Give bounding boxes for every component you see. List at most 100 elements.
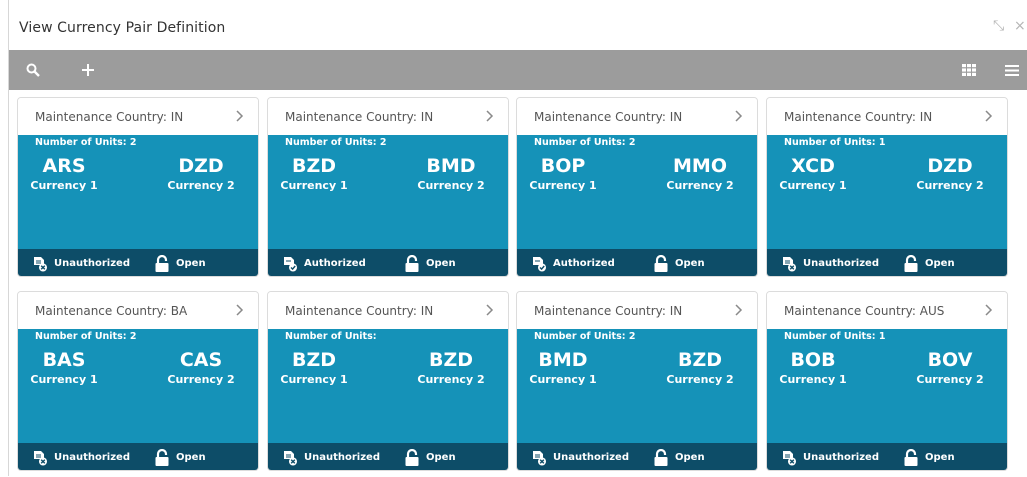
grid-view-icon[interactable] [959,60,979,80]
number-of-units-value: 1 [878,331,886,342]
unlock-icon [904,255,918,272]
title-bar: View Currency Pair Definition ⤡ × [9,0,1027,50]
number-of-units: Number of Units: 2 [285,137,387,148]
number-of-units: Number of Units: 1 [784,331,886,342]
record-status[interactable]: Open [154,443,206,470]
currency-pair-card-3[interactable]: Maintenance Country: IN Number of Units:… [516,97,758,277]
unlock-icon [904,449,918,466]
number-of-units-value: 2 [129,137,137,148]
card-body: Number of Units: 2 BMD Currency 1 BZD Cu… [517,329,757,443]
unlock-icon [654,255,668,272]
unauthorized-icon [284,450,297,465]
currency-1-caption: Currency 1 [529,179,597,192]
auth-status-label: Authorized [553,258,615,269]
chevron-right-icon[interactable] [983,303,993,317]
record-status[interactable]: Open [653,249,705,276]
minimize-icon[interactable]: ⤡ [993,18,1004,34]
auth-status[interactable]: Authorized [282,249,366,276]
unlock-icon [654,449,668,466]
currency-1-code: BZD [291,155,337,177]
maintenance-country-label: Maintenance Country: BA [35,304,188,318]
currency-1-caption: Currency 1 [30,179,98,192]
card-header[interactable]: Maintenance Country: IN [268,98,508,135]
card-header[interactable]: Maintenance Country: AUS [767,292,1007,329]
currency-2-caption: Currency 2 [666,373,734,386]
record-status[interactable]: Open [653,443,705,470]
card-footer: Unauthorized Open [767,249,1007,276]
plus-icon[interactable] [78,60,98,80]
currency-pair-grid: Maintenance Country: IN Number of Units:… [17,97,1020,477]
currency-1-caption: Currency 1 [280,179,348,192]
maintenance-country-value: IN [170,110,184,124]
auth-status-label: Authorized [304,258,366,269]
number-of-units-value: 1 [878,137,886,148]
card-body: Number of Units: BZD Currency 1 BZD Curr… [268,329,508,443]
card-header[interactable]: Maintenance Country: IN [18,98,258,135]
unauthorized-icon [783,256,796,271]
card-footer: Authorized Open [517,249,757,276]
record-status[interactable]: Open [903,443,955,470]
currency-pair-card-1[interactable]: Maintenance Country: IN Number of Units:… [17,97,259,277]
record-status[interactable]: Open [903,249,955,276]
chevron-right-icon[interactable] [484,303,494,317]
auth-status[interactable]: Unauthorized [32,443,130,470]
list-view-icon[interactable] [1002,60,1022,80]
chevron-right-icon[interactable] [234,109,244,123]
close-icon[interactable]: × [1014,18,1026,34]
record-status-label: Open [675,452,705,463]
currency-2-caption: Currency 2 [417,179,485,192]
currency-2-caption: Currency 2 [916,179,984,192]
auth-status-label: Unauthorized [803,258,879,269]
card-header[interactable]: Maintenance Country: BA [18,292,258,329]
auth-status[interactable]: Unauthorized [32,249,130,276]
auth-status[interactable]: Unauthorized [781,249,879,276]
currency-2-caption: Currency 2 [167,179,235,192]
currency-2-caption: Currency 2 [167,373,235,386]
currency-pair-card-6[interactable]: Maintenance Country: IN Number of Units:… [267,291,509,471]
record-status-label: Open [176,258,206,269]
currency-pair-card-2[interactable]: Maintenance Country: IN Number of Units:… [267,97,509,277]
number-of-units-value: 2 [628,137,636,148]
currency-pair-card-8[interactable]: Maintenance Country: AUS Number of Units… [766,291,1008,471]
card-footer: Unauthorized Open [18,443,258,470]
chevron-right-icon[interactable] [484,109,494,123]
search-icon[interactable] [23,60,43,80]
chevron-right-icon[interactable] [234,303,244,317]
record-status-label: Open [176,452,206,463]
card-footer: Unauthorized Open [268,443,508,470]
card-body: Number of Units: 2 BZD Currency 1 BMD Cu… [268,135,508,249]
record-status[interactable]: Open [404,443,456,470]
number-of-units: Number of Units: 2 [534,137,636,148]
record-status[interactable]: Open [404,249,456,276]
card-footer: Unauthorized Open [18,249,258,276]
card-body: Number of Units: 2 ARS Currency 1 DZD Cu… [18,135,258,249]
maintenance-country-value: IN [420,110,434,124]
auth-status[interactable]: Unauthorized [531,443,629,470]
currency-pair-card-7[interactable]: Maintenance Country: IN Number of Units:… [516,291,758,471]
card-header[interactable]: Maintenance Country: IN [517,98,757,135]
number-of-units: Number of Units: [285,331,377,342]
currency-2-code: BMD [426,155,476,177]
currency-1-caption: Currency 1 [280,373,348,386]
record-status[interactable]: Open [154,249,206,276]
card-header[interactable]: Maintenance Country: IN [767,98,1007,135]
currency-pair-card-4[interactable]: Maintenance Country: IN Number of Units:… [766,97,1008,277]
number-of-units-value: 2 [379,137,387,148]
auth-status[interactable]: Unauthorized [282,443,380,470]
card-header[interactable]: Maintenance Country: IN [268,292,508,329]
auth-status[interactable]: Authorized [531,249,615,276]
record-status-label: Open [675,258,705,269]
card-body: Number of Units: 2 BAS Currency 1 CAS Cu… [18,329,258,443]
toolbar [9,50,1027,90]
chevron-right-icon[interactable] [733,303,743,317]
unlock-icon [155,255,169,272]
currency-pair-card-5[interactable]: Maintenance Country: BA Number of Units:… [17,291,259,471]
card-header[interactable]: Maintenance Country: IN [517,292,757,329]
chevron-right-icon[interactable] [733,109,743,123]
auth-status[interactable]: Unauthorized [781,443,879,470]
maintenance-country-label: Maintenance Country: IN [784,110,933,124]
currency-2-code: BZD [677,349,723,371]
currency-1-code: ARS [42,155,86,177]
chevron-right-icon[interactable] [983,109,993,123]
maintenance-country-value: BA [170,304,188,318]
